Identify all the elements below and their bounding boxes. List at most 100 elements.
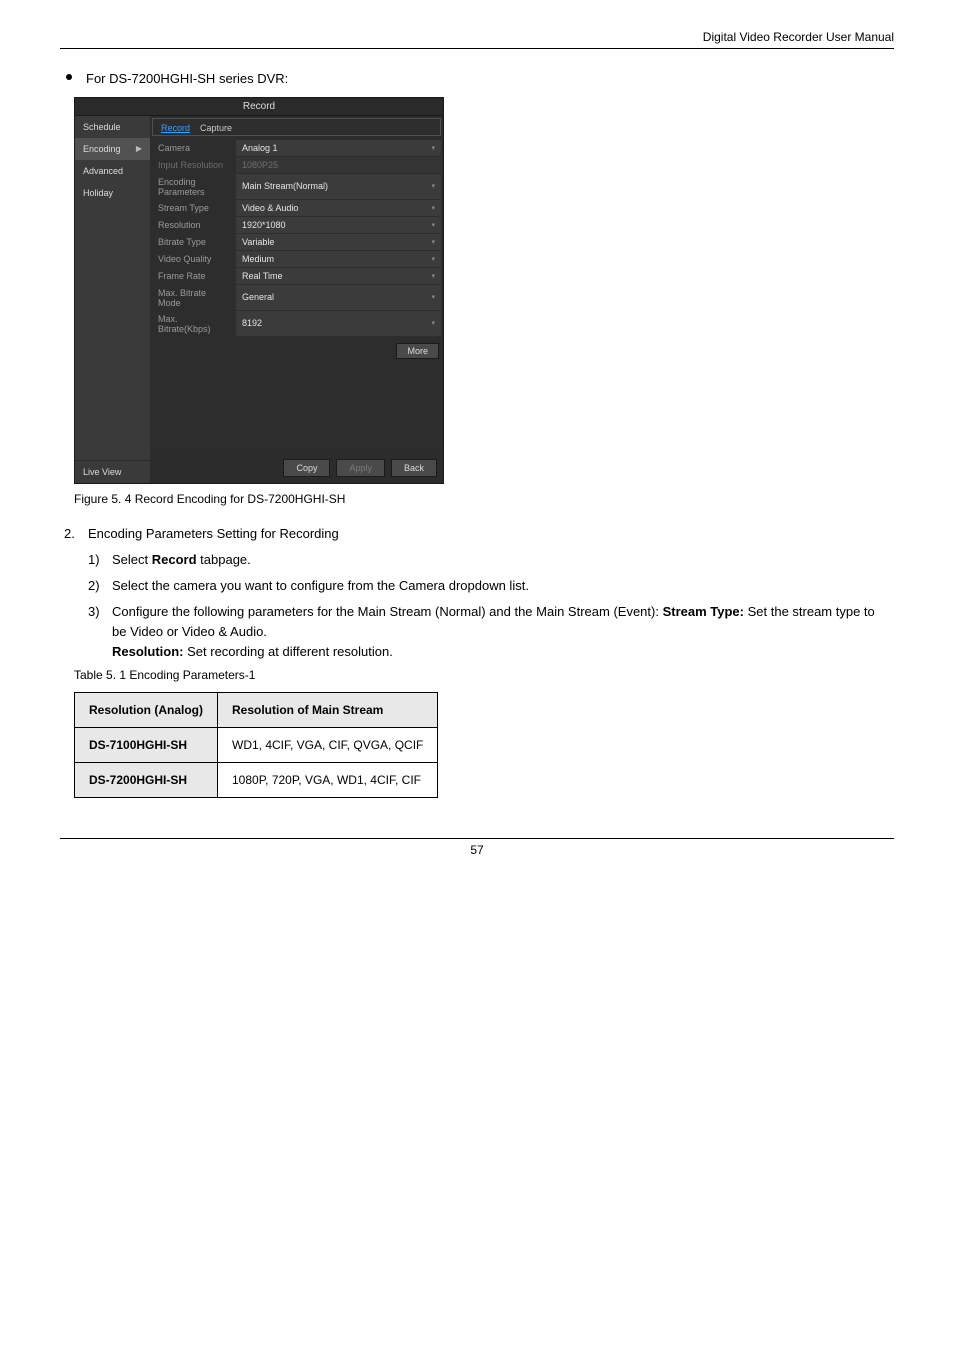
chevron-down-icon: ▾ [431, 319, 435, 327]
select-max-bitrate-mode[interactable]: General ▾ [236, 285, 441, 311]
value-input-resolution: 1080P25 [236, 157, 441, 174]
step-2-2: 2) Select the camera you want to configu… [64, 576, 890, 596]
sidebar-spacer [75, 204, 150, 460]
row-resolution: Resolution 1920*1080 ▾ [152, 217, 441, 234]
chevron-down-icon: ▾ [431, 204, 435, 212]
page-header: Digital Video Recorder User Manual [60, 30, 894, 49]
row-camera: Camera Analog 1 ▾ [152, 140, 441, 157]
dialog-buttons: Copy Apply Back [150, 453, 443, 483]
row-stream-type: Stream Type Video & Audio ▾ [152, 200, 441, 217]
tab-record[interactable]: Record [161, 123, 190, 133]
step-text: Encoding Parameters Setting for Recordin… [88, 524, 890, 544]
select-bitrate-type[interactable]: Variable ▾ [236, 234, 441, 251]
main-pane: Record Capture Camera Analog 1 ▾ In [150, 116, 443, 483]
substep-text: Select the camera you want to configure … [112, 576, 890, 596]
select-resolution[interactable]: 1920*1080 ▾ [236, 217, 441, 234]
row-frame-rate: Frame Rate Real Time ▾ [152, 268, 441, 285]
label-max-bitrate-kbps: Max. Bitrate(Kbps) [152, 311, 236, 337]
value-text: 8192 [242, 318, 262, 328]
chevron-down-icon: ▾ [431, 238, 435, 246]
label-stream-type: Stream Type [152, 200, 236, 217]
row-input-resolution: Input Resolution 1080P25 [152, 157, 441, 174]
select-video-quality[interactable]: Medium ▾ [236, 251, 441, 268]
value-text: Real Time [242, 271, 283, 281]
tab-capture[interactable]: Capture [200, 123, 232, 133]
value-text: Video & Audio [242, 203, 298, 213]
chevron-down-icon: ▾ [431, 221, 435, 229]
select-encoding-params[interactable]: Main Stream(Normal) ▾ [236, 174, 441, 200]
label-camera: Camera [152, 140, 236, 157]
label-video-quality: Video Quality [152, 251, 236, 268]
apply-button[interactable]: Apply [336, 459, 385, 477]
row-video-quality: Video Quality Medium ▾ [152, 251, 441, 268]
app-body: Schedule Encoding ▶ Advanced Holiday Liv… [75, 116, 443, 483]
bullet-post: series DVR: [215, 71, 288, 86]
sidebar-item-label: Encoding [83, 144, 121, 154]
step-2: 2. Encoding Parameters Setting for Recor… [64, 524, 890, 544]
label-encoding-params: Encoding Parameters [152, 174, 236, 200]
row-max-bitrate-kbps: Max. Bitrate(Kbps) 8192 ▾ [152, 311, 441, 337]
sidebar-item-schedule[interactable]: Schedule [75, 116, 150, 138]
substep-number: 1) [88, 550, 112, 570]
substep-text: Configure the following parameters for t… [112, 602, 890, 662]
cell-model-2: DS-7200HGHI-SH [75, 763, 218, 798]
step-2-1: 1) Select Record tabpage. [64, 550, 890, 570]
value-text: Medium [242, 254, 274, 264]
screenshot-figure: Record Schedule Encoding ▶ Advanced Holi… [74, 97, 444, 484]
bullet-dot-icon [66, 74, 72, 80]
chevron-down-icon: ▾ [431, 182, 435, 190]
value-text: 1920*1080 [242, 220, 286, 230]
label-input-resolution: Input Resolution [152, 157, 236, 174]
resolution-table: Resolution (Analog) Resolution of Main S… [74, 692, 438, 798]
chevron-down-icon: ▾ [431, 144, 435, 152]
sidebar-item-holiday[interactable]: Holiday [75, 182, 150, 204]
value-camera: Analog 1 [242, 143, 278, 153]
select-stream-type[interactable]: Video & Audio ▾ [236, 200, 441, 217]
row-bitrate-type: Bitrate Type Variable ▾ [152, 234, 441, 251]
bullet-text: For DS-7200HGHI-SH series DVR: [86, 69, 890, 89]
table-row: DS-7100HGHI-SH WD1, 4CIF, VGA, CIF, QVGA… [75, 728, 438, 763]
table-row: DS-7200HGHI-SH 1080P, 720P, VGA, WD1, 4C… [75, 763, 438, 798]
back-button[interactable]: Back [391, 459, 437, 477]
value-text: Variable [242, 237, 274, 247]
sidebar-item-encoding[interactable]: Encoding ▶ [75, 138, 150, 160]
chevron-down-icon: ▾ [431, 255, 435, 263]
step-2-3: 3) Configure the following parameters fo… [64, 602, 890, 662]
more-button[interactable]: More [396, 343, 439, 359]
cell-res-2: 1080P, 720P, VGA, WD1, 4CIF, CIF [218, 763, 438, 798]
header-rule [60, 48, 894, 49]
app-window: Record Schedule Encoding ▶ Advanced Holi… [74, 97, 444, 484]
select-max-bitrate-kbps[interactable]: 8192 ▾ [236, 311, 441, 337]
bullet-pre: For [86, 71, 109, 86]
row-encoding-params: Encoding Parameters Main Stream(Normal) … [152, 174, 441, 200]
th-resolution-mainstream: Resolution of Main Stream [218, 693, 438, 728]
chevron-down-icon: ▾ [431, 272, 435, 280]
window-title: Record [75, 98, 443, 116]
value-text: Main Stream(Normal) [242, 181, 328, 191]
select-camera[interactable]: Analog 1 ▾ [236, 140, 441, 157]
th-resolution-analog: Resolution (Analog) [75, 693, 218, 728]
sidebar-item-advanced[interactable]: Advanced [75, 160, 150, 182]
figure-caption: Figure 5. 4 Record Encoding for DS-7200H… [74, 492, 890, 506]
copy-button[interactable]: Copy [283, 459, 330, 477]
cell-res-1: WD1, 4CIF, VGA, CIF, QVGA, QCIF [218, 728, 438, 763]
chevron-down-icon: ▾ [431, 293, 435, 301]
more-row: More [150, 339, 443, 363]
select-frame-rate[interactable]: Real Time ▾ [236, 268, 441, 285]
sidebar-item-liveview[interactable]: Live View [75, 460, 150, 483]
substep-number: 2) [88, 576, 112, 596]
form-rows: Camera Analog 1 ▾ Input Resolution 1080P… [152, 140, 441, 337]
label-max-bitrate-mode: Max. Bitrate Mode [152, 285, 236, 311]
bullet-item: For DS-7200HGHI-SH series DVR: [64, 69, 890, 89]
label-bitrate-type: Bitrate Type [152, 234, 236, 251]
page-number: 57 [60, 839, 894, 857]
sidebar: Schedule Encoding ▶ Advanced Holiday Liv… [75, 116, 150, 483]
page-footer: 57 [60, 838, 894, 857]
step-number: 2. [64, 524, 88, 544]
substep-number: 3) [88, 602, 112, 662]
header-product-title: Digital Video Recorder User Manual [60, 30, 894, 48]
main-spacer [150, 363, 443, 453]
table-caption: Table 5. 1 Encoding Parameters-1 [74, 668, 890, 682]
substep-text: Select Record tabpage. [112, 550, 890, 570]
value-text: 1080P25 [242, 160, 278, 170]
